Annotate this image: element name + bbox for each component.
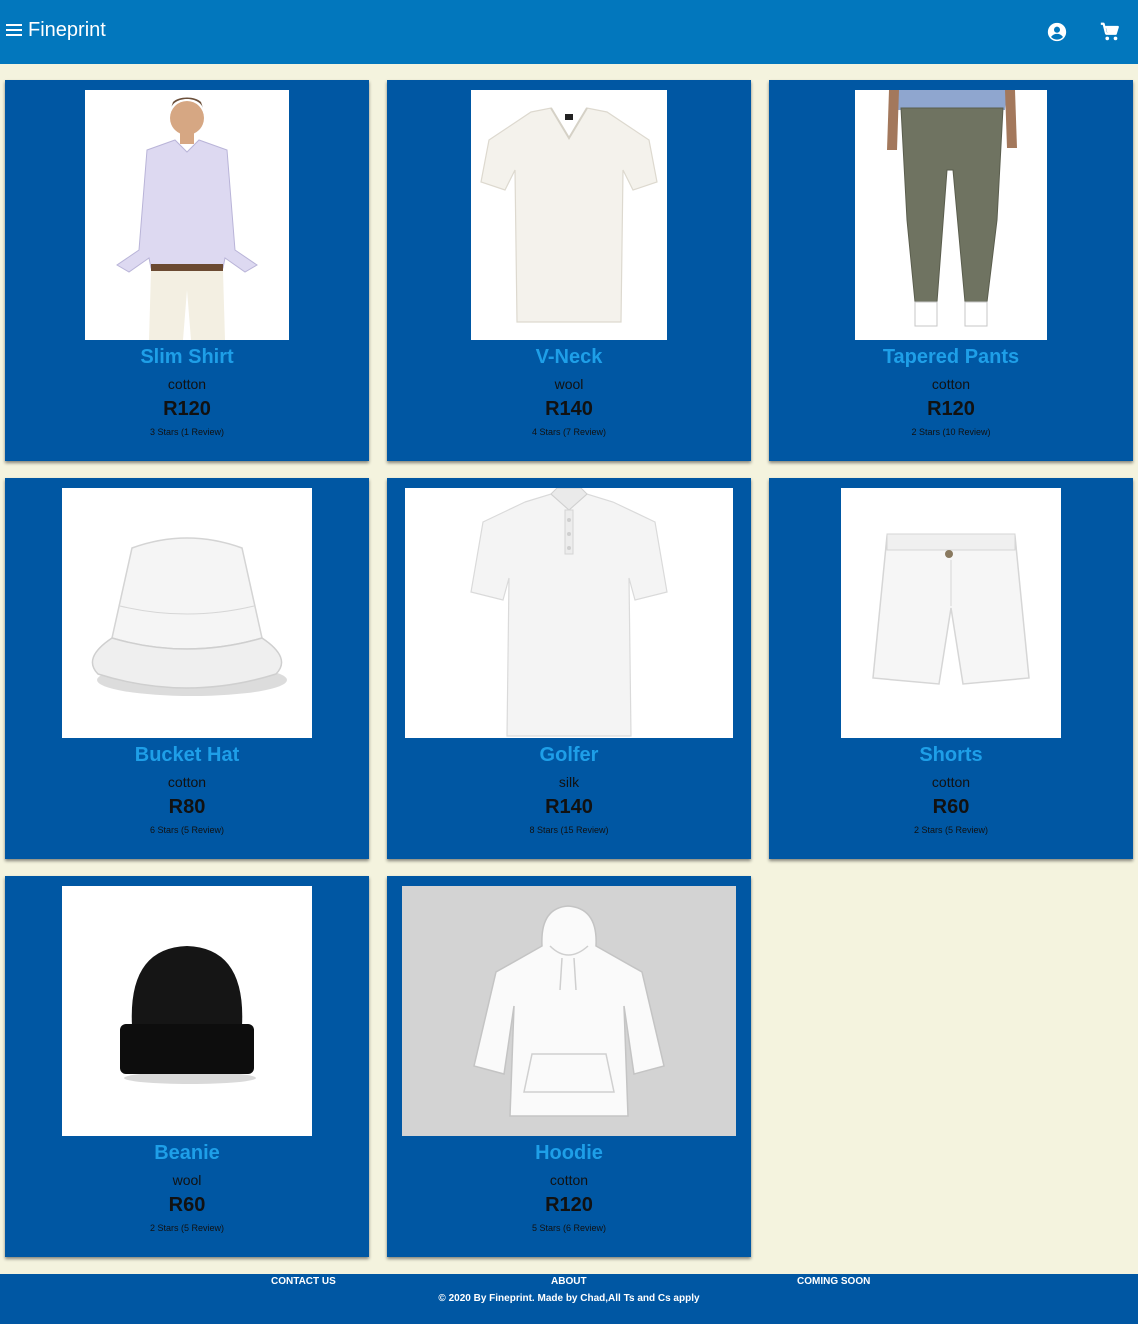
product-image-v-neck[interactable] [471,90,667,340]
footer-link-about[interactable]: ABOUT [551,1276,587,1287]
product-name[interactable]: Slim Shirt [5,346,369,369]
product-price: R120 [545,1194,593,1216]
product-card[interactable]: Hoodie cotton R120 5 Stars (6 Review) [387,876,751,1257]
product-material: wool [554,376,584,392]
product-rating: 8 Stars (15 Review) [529,825,609,835]
product-material: wool [172,1172,202,1188]
product-card[interactable]: Beanie wool R60 2 Stars (5 Review) [5,876,369,1257]
product-material: silk [558,774,580,790]
product-price: R120 [163,398,211,420]
product-image-beanie[interactable] [62,886,312,1136]
product-price: R120 [927,398,975,420]
footer-link-coming-soon[interactable]: COMING SOON [797,1276,870,1287]
product-card[interactable]: Bucket Hat cotton R80 6 Stars (5 Review) [5,478,369,859]
product-price: R60 [932,796,970,818]
product-name[interactable]: Beanie [5,1142,369,1165]
product-card[interactable]: Shorts cotton R60 2 Stars (5 Review) [769,478,1133,859]
product-rating: 4 Stars (7 Review) [531,427,607,437]
product-material: cotton [167,774,207,790]
product-rating: 6 Stars (5 Review) [149,825,225,835]
product-rating: 3 Stars (1 Review) [149,427,225,437]
product-card[interactable]: Golfer silk R140 8 Stars (15 Review) [387,478,751,859]
account-circle-icon[interactable] [1046,21,1068,43]
product-material: cotton [549,1172,589,1188]
product-rating: 2 Stars (5 Review) [149,1223,225,1233]
product-image-shorts[interactable] [841,488,1061,738]
product-name[interactable]: V-Neck [387,346,751,369]
product-rating: 5 Stars (6 Review) [531,1223,607,1233]
shopping-cart-icon[interactable] [1099,21,1121,43]
product-rating: 2 Stars (5 Review) [913,825,989,835]
footer-link-contact[interactable]: CONTACT US [271,1276,336,1287]
product-card[interactable]: V-Neck wool R140 4 Stars (7 Review) [387,80,751,461]
product-image-bucket-hat[interactable] [62,488,312,738]
product-card[interactable]: Tapered Pants cotton R120 2 Stars (10 Re… [769,80,1133,461]
product-price: R80 [168,796,206,818]
product-name[interactable]: Tapered Pants [769,346,1133,369]
product-price: R140 [545,398,593,420]
product-card[interactable]: Slim Shirt cotton R120 3 Stars (1 Review… [5,80,369,461]
product-name[interactable]: Shorts [769,744,1133,767]
product-name[interactable]: Golfer [387,744,751,767]
product-image-hoodie[interactable] [402,886,736,1136]
product-image-golfer[interactable] [405,488,733,738]
top-app-bar: Fineprint [0,0,1138,64]
copyright-text: © 2020 By Fineprint. Made by Chad,All Ts… [438,1293,700,1304]
brand-title[interactable]: Fineprint [28,19,106,42]
product-image-slim-shirt[interactable] [85,90,289,340]
product-name[interactable]: Hoodie [387,1142,751,1165]
footer: CONTACT US ABOUT COMING SOON © 2020 By F… [0,1274,1138,1324]
menu-icon[interactable] [6,22,22,38]
product-price: R60 [168,1194,206,1216]
product-image-tapered-pants[interactable] [855,90,1047,340]
product-name[interactable]: Bucket Hat [5,744,369,767]
product-price: R140 [545,796,593,818]
product-rating: 2 Stars (10 Review) [911,427,991,437]
product-material: cotton [931,376,971,392]
product-material: cotton [167,376,207,392]
product-material: cotton [931,774,971,790]
